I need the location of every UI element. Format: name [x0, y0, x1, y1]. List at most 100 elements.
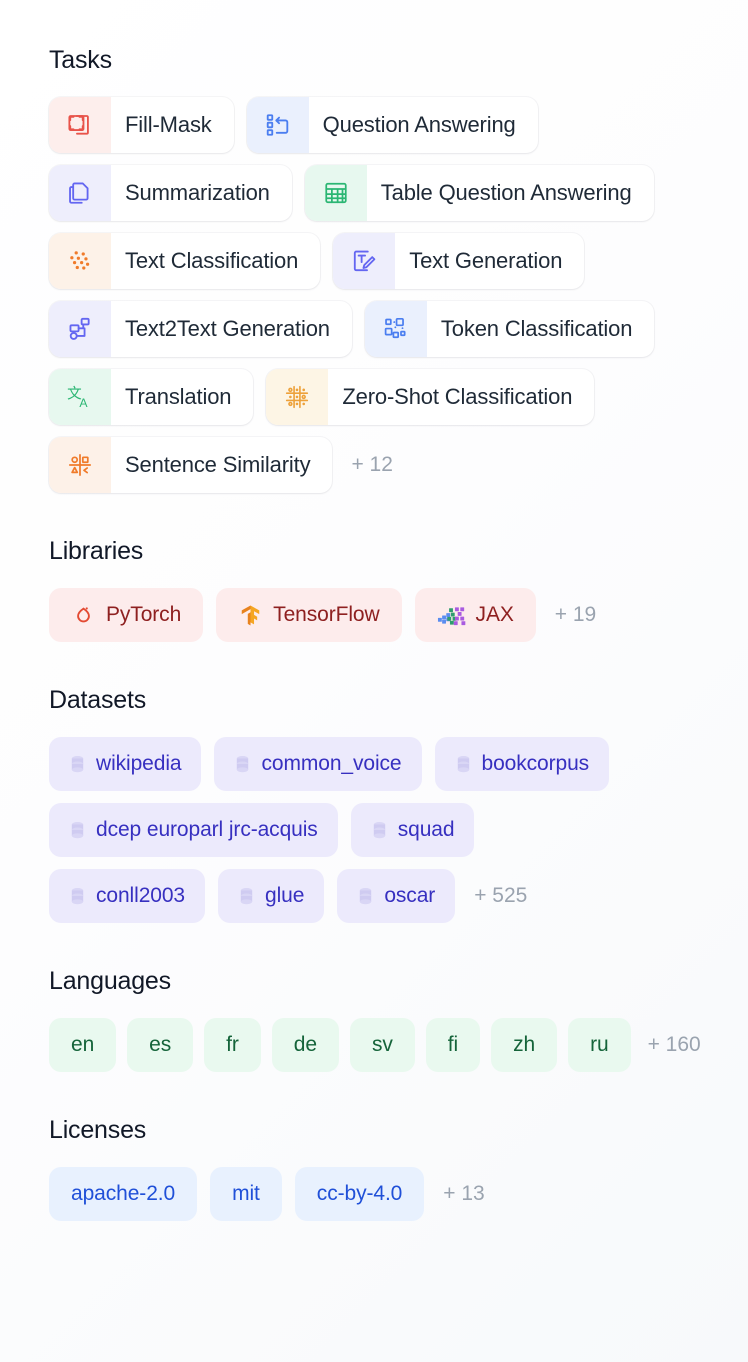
licenses-more-count[interactable]: + 13 — [437, 1182, 484, 1206]
task-tag-summarization[interactable]: Summarization — [49, 165, 292, 221]
license-tag-label: apache-2.0 — [71, 1182, 176, 1205]
task-tag-translation[interactable]: 文 A Translation — [49, 369, 254, 425]
languages-tag-list: en es fr de sv fi zh ru + 160 — [49, 1018, 748, 1072]
task-tag-label: Table Question Answering — [380, 180, 632, 205]
dataset-tag-conll2003[interactable]: conll2003 — [49, 869, 206, 923]
library-tag-jax[interactable]: JAX — [414, 588, 536, 642]
section-libraries: Libraries PyTorch TensorFlow JAX + 19 — [49, 537, 748, 642]
tag-row: conll2003 glue oscar + 525 — [49, 869, 748, 923]
language-tag-en[interactable]: en — [49, 1018, 117, 1072]
dataset-tag-oscar[interactable]: oscar — [337, 869, 456, 923]
tag-row: dcep europarl jrc-acquis squad — [49, 803, 748, 857]
dataset-tag-label: wikipedia — [96, 752, 182, 775]
svg-text:A: A — [79, 396, 88, 410]
license-tag-mit[interactable]: mit — [210, 1167, 282, 1221]
license-tag-label: cc-by-4.0 — [316, 1182, 403, 1205]
text2text-generation-icon — [49, 301, 111, 357]
task-tag-label: Sentence Similarity — [125, 452, 311, 477]
library-tag-label: JAX — [475, 603, 514, 626]
section-title-libraries: Libraries — [49, 537, 144, 565]
task-tag-label: Translation — [125, 384, 232, 409]
dataset-tag-dcep-europarl-jrc-acquis[interactable]: dcep europarl jrc-acquis — [49, 803, 338, 857]
task-tag-label: Text2Text Generation — [125, 316, 330, 341]
tag-row: Sentence Similarity + 12 — [49, 437, 748, 493]
task-tag-label: Summarization — [125, 180, 270, 205]
database-icon — [234, 755, 251, 774]
tasks-tag-list: Fill-Mask Question Answering Summarizati… — [49, 97, 748, 493]
language-tag-label: zh — [513, 1033, 536, 1056]
libraries-more-count[interactable]: + 19 — [549, 603, 596, 627]
database-icon — [69, 821, 86, 840]
database-icon — [238, 887, 255, 906]
task-tag-token-classification[interactable]: Token Classification — [364, 301, 655, 357]
section-licenses: Licenses apache-2.0 mit cc-by-4.0 + 13 — [49, 1116, 748, 1221]
database-icon — [455, 755, 472, 774]
task-tag-sentence-similarity[interactable]: Sentence Similarity — [49, 437, 333, 493]
task-tag-text-generation[interactable]: Text Generation — [333, 233, 585, 289]
language-tag-ru[interactable]: ru — [568, 1018, 631, 1072]
dataset-tag-label: dcep europarl jrc-acquis — [96, 818, 318, 841]
task-tag-question-answering[interactable]: Question Answering — [246, 97, 538, 153]
language-tag-fi[interactable]: fi — [425, 1018, 481, 1072]
task-tag-label: Text Classification — [125, 248, 299, 273]
zero-shot-classification-icon — [266, 369, 329, 425]
jax-icon — [437, 603, 466, 628]
section-title-datasets: Datasets — [49, 686, 147, 714]
language-tag-label: ru — [590, 1033, 609, 1056]
language-tag-sv[interactable]: sv — [349, 1018, 415, 1072]
tag-row: 文 A Translation Zero-Shot Classification — [49, 369, 748, 425]
dataset-tag-common-voice[interactable]: common_voice — [214, 737, 422, 791]
database-icon — [69, 887, 86, 906]
tag-row: wikipedia common_voice bookcorpus — [49, 737, 748, 791]
dataset-tag-bookcorpus[interactable]: bookcorpus — [434, 737, 610, 791]
license-tag-cc-by-4-0[interactable]: cc-by-4.0 — [294, 1167, 425, 1221]
question-answering-icon — [246, 97, 309, 153]
task-tag-fill-mask[interactable]: Fill-Mask — [49, 97, 234, 153]
filters-panel: Tasks Fill-Mask Question Answering Summa… — [0, 0, 748, 1221]
dataset-tag-label: squad — [397, 818, 455, 841]
summarization-icon — [49, 165, 111, 221]
language-tag-fr[interactable]: fr — [204, 1018, 261, 1072]
section-title-licenses: Licenses — [49, 1116, 147, 1144]
sentence-similarity-icon — [49, 437, 111, 493]
table-question-answering-icon — [304, 165, 367, 221]
libraries-tag-list: PyTorch TensorFlow JAX + 19 — [49, 588, 748, 642]
text-classification-icon — [49, 233, 111, 289]
section-title-tasks: Tasks — [49, 46, 112, 74]
token-classification-icon — [364, 301, 427, 357]
language-tag-label: sv — [371, 1033, 393, 1056]
tensorflow-icon — [238, 603, 263, 628]
library-tag-pytorch[interactable]: PyTorch — [49, 588, 204, 642]
tasks-more-count[interactable]: + 12 — [345, 453, 392, 477]
datasets-more-count[interactable]: + 525 — [468, 884, 527, 908]
task-tag-label: Fill-Mask — [125, 112, 212, 137]
language-tag-label: en — [71, 1033, 95, 1056]
task-tag-text2text-generation[interactable]: Text2Text Generation — [49, 301, 352, 357]
library-tag-tensorflow[interactable]: TensorFlow — [216, 588, 402, 642]
languages-more-count[interactable]: + 160 — [642, 1033, 701, 1057]
section-tasks: Tasks Fill-Mask Question Answering Summa… — [49, 46, 748, 493]
language-tag-es[interactable]: es — [127, 1018, 194, 1072]
database-icon — [371, 821, 388, 840]
task-tag-label: Token Classification — [440, 316, 633, 341]
dataset-tag-label: conll2003 — [96, 884, 186, 907]
task-tag-zero-shot-classification[interactable]: Zero-Shot Classification — [266, 369, 595, 425]
dataset-tag-squad[interactable]: squad — [350, 803, 475, 857]
translation-icon: 文 A — [49, 369, 111, 425]
language-tag-zh[interactable]: zh — [491, 1018, 558, 1072]
language-tag-de[interactable]: de — [271, 1018, 339, 1072]
task-tag-text-classification[interactable]: Text Classification — [49, 233, 321, 289]
dataset-tag-glue[interactable]: glue — [218, 869, 325, 923]
language-tag-label: de — [293, 1033, 317, 1056]
dataset-tag-label: bookcorpus — [481, 752, 590, 775]
section-title-languages: Languages — [49, 967, 171, 995]
language-tag-label: fi — [447, 1033, 459, 1056]
text-generation-icon — [333, 233, 396, 289]
tag-row: Text2Text Generation Token Classificatio… — [49, 301, 748, 357]
dataset-tag-wikipedia[interactable]: wikipedia — [49, 737, 202, 791]
task-tag-table-question-answering[interactable]: Table Question Answering — [304, 165, 654, 221]
dataset-tag-label: common_voice — [261, 752, 402, 775]
datasets-tag-list: wikipedia common_voice bookcorpus dcep e… — [49, 737, 748, 923]
license-tag-apache-2-0[interactable]: apache-2.0 — [49, 1167, 198, 1221]
library-tag-label: PyTorch — [106, 603, 182, 626]
